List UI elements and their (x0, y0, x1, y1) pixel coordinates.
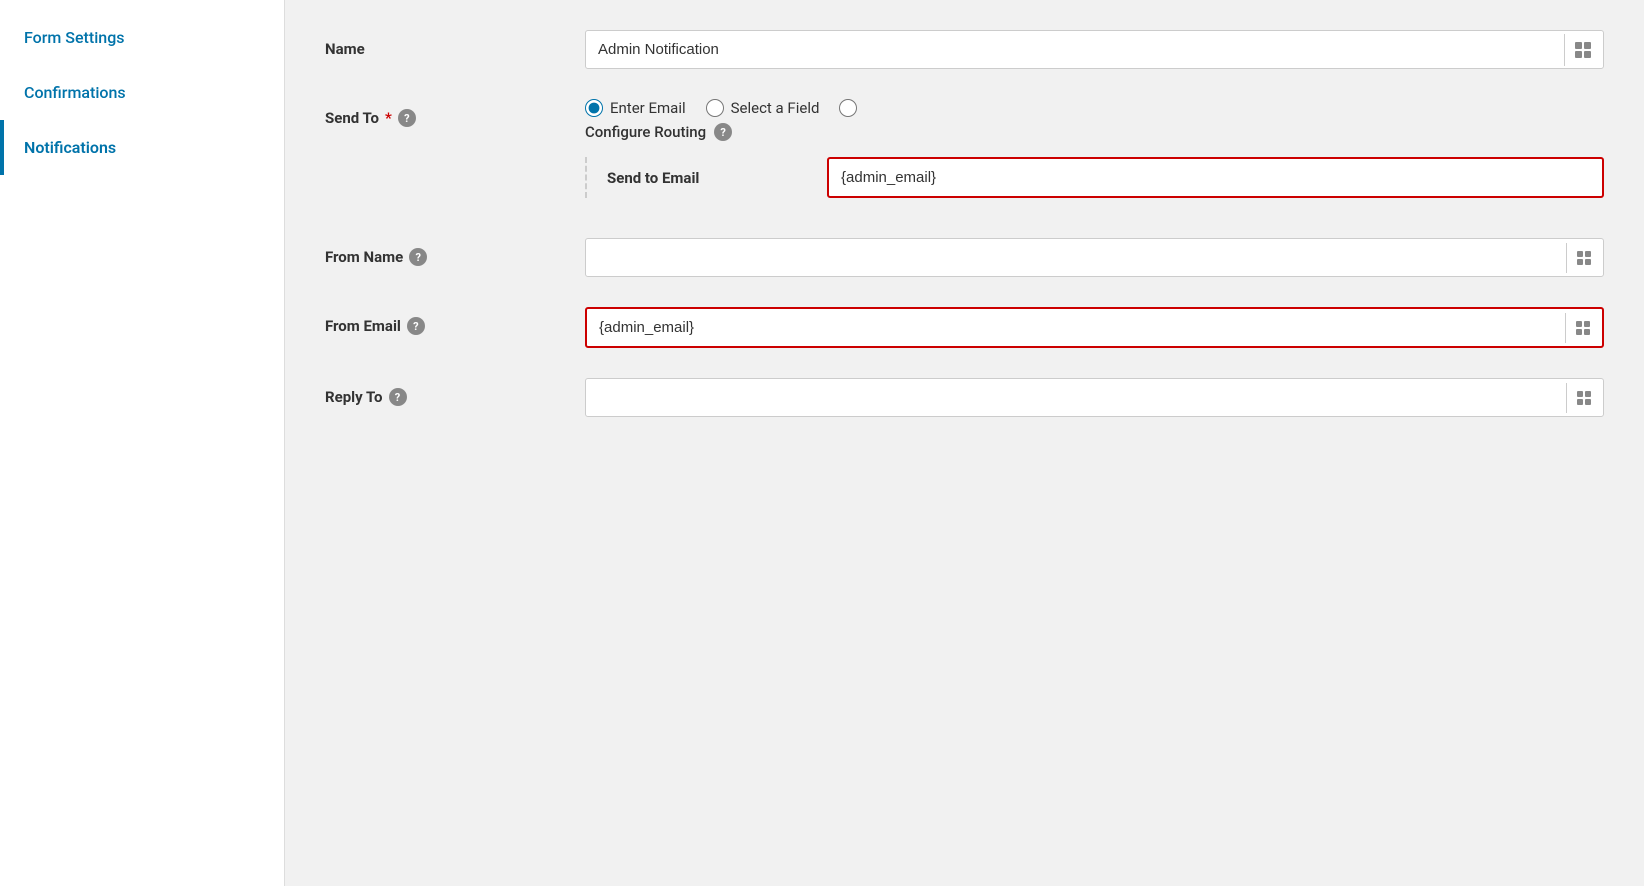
sidebar-item-confirmations[interactable]: Confirmations (0, 65, 284, 120)
send-to-required-star: * (385, 109, 392, 127)
enter-email-option[interactable]: Enter Email (585, 99, 686, 117)
reply-to-input[interactable] (586, 379, 1566, 416)
enter-email-radio[interactable] (585, 99, 603, 117)
reply-to-control-area (585, 378, 1604, 417)
name-merge-tags-icon[interactable] (1564, 34, 1603, 66)
send-to-label: Send To * ? (325, 99, 585, 127)
name-control-area (585, 30, 1604, 69)
from-email-help-icon[interactable]: ? (407, 317, 425, 335)
configure-routing-help-icon[interactable]: ? (714, 123, 732, 141)
name-input[interactable] (586, 31, 1564, 68)
select-field-option[interactable]: Select a Field (706, 99, 820, 117)
name-label-text: Name (325, 40, 365, 58)
select-field-label: Select a Field (731, 99, 820, 117)
send-to-row: Send To * ? Enter Email Select a Field (325, 99, 1604, 208)
from-name-help-icon[interactable]: ? (409, 248, 427, 266)
send-to-email-row: Send to Email (607, 157, 1604, 198)
send-to-label-text: Send To (325, 109, 379, 127)
reply-to-help-icon[interactable]: ? (389, 388, 407, 406)
sidebar-item-notifications[interactable]: Notifications (0, 120, 284, 175)
name-input-wrapper (585, 30, 1604, 69)
reply-to-label: Reply To ? (325, 378, 585, 406)
from-name-label-text: From Name (325, 248, 403, 266)
send-to-radio-group: Enter Email Select a Field (585, 99, 1604, 117)
configure-routing-row: Configure Routing ? (585, 123, 1604, 141)
reply-to-input-wrapper (585, 378, 1604, 417)
from-name-input[interactable] (586, 239, 1566, 276)
from-email-control-area (585, 307, 1604, 348)
from-email-merge-tags-icon[interactable] (1565, 313, 1602, 343)
from-name-input-wrapper (585, 238, 1604, 277)
send-to-email-label: Send to Email (607, 169, 807, 187)
from-name-control-area (585, 238, 1604, 277)
from-email-label-text: From Email (325, 317, 401, 335)
name-row: Name (325, 30, 1604, 69)
send-to-help-icon[interactable]: ? (398, 109, 416, 127)
from-email-row: From Email ? (325, 307, 1604, 348)
sidebar: Form Settings Confirmations Notification… (0, 0, 285, 886)
from-email-input[interactable] (587, 309, 1565, 346)
reply-to-merge-tags-icon[interactable] (1566, 383, 1603, 413)
enter-email-label: Enter Email (610, 99, 686, 117)
reply-to-label-text: Reply To (325, 388, 383, 406)
name-label: Name (325, 30, 585, 58)
sidebar-item-form-settings[interactable]: Form Settings (0, 10, 284, 65)
from-email-input-wrapper (585, 307, 1604, 348)
from-name-label: From Name ? (325, 238, 585, 266)
send-to-control-area: Enter Email Select a Field Configure Rou… (585, 99, 1604, 208)
send-to-email-input[interactable] (827, 157, 1604, 198)
main-content: Name Send T (285, 0, 1644, 886)
from-name-merge-tags-icon[interactable] (1566, 243, 1603, 273)
select-field-radio[interactable] (706, 99, 724, 117)
send-to-email-section: Send to Email (585, 157, 1604, 198)
page-wrapper: Form Settings Confirmations Notification… (0, 0, 1644, 886)
reply-to-row: Reply To ? (325, 378, 1604, 417)
from-email-label: From Email ? (325, 307, 585, 335)
configure-routing-radio-option[interactable] (839, 99, 857, 117)
from-name-row: From Name ? (325, 238, 1604, 277)
configure-routing-label: Configure Routing (585, 123, 706, 141)
configure-routing-radio[interactable] (839, 99, 857, 117)
